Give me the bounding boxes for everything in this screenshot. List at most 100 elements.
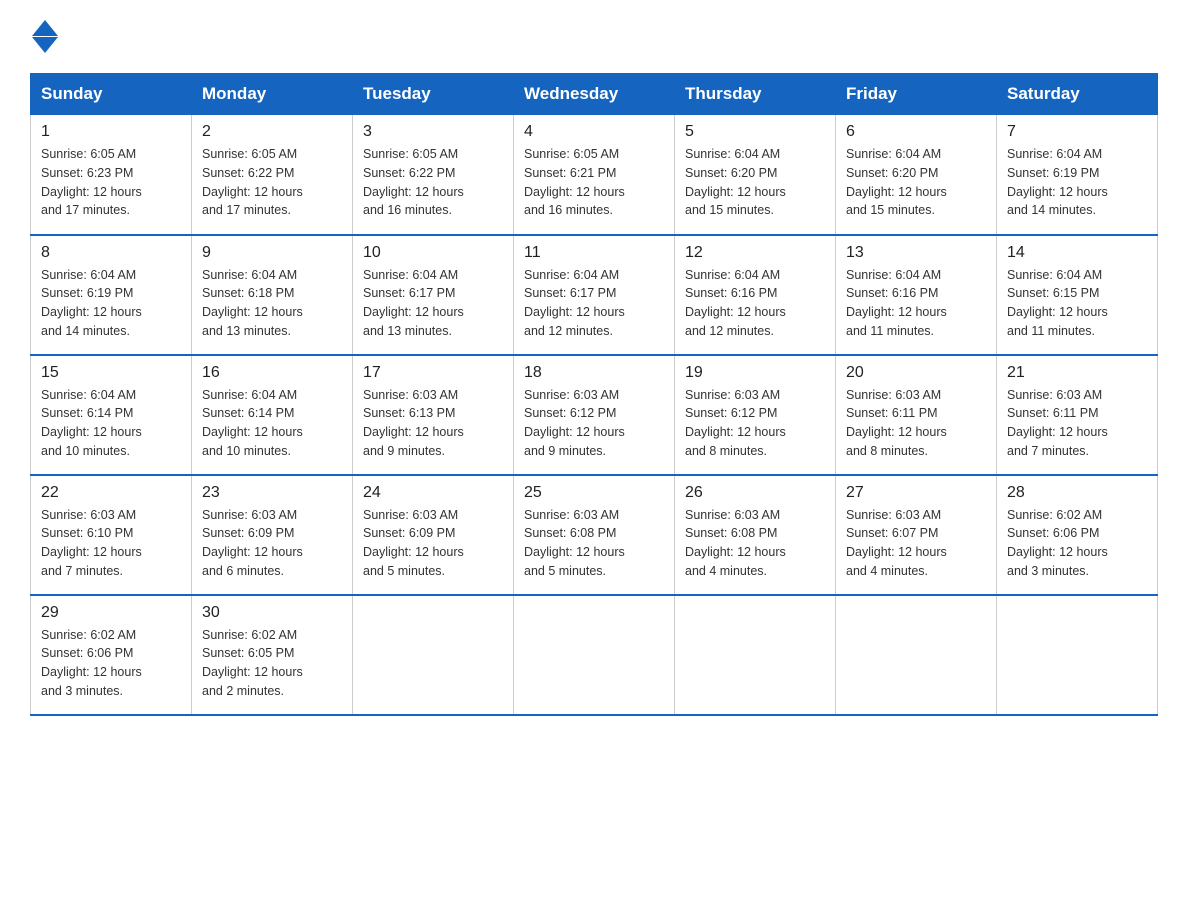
day-number: 18: [524, 364, 664, 382]
calendar-day-cell: 22 Sunrise: 6:03 AM Sunset: 6:10 PM Dayl…: [31, 475, 192, 595]
logo-triangle-up: [32, 20, 58, 36]
day-info: Sunrise: 6:05 AM Sunset: 6:22 PM Dayligh…: [363, 145, 503, 220]
day-number: 28: [1007, 484, 1147, 502]
day-number: 23: [202, 484, 342, 502]
calendar-day-cell: 29 Sunrise: 6:02 AM Sunset: 6:06 PM Dayl…: [31, 595, 192, 715]
day-info: Sunrise: 6:03 AM Sunset: 6:08 PM Dayligh…: [524, 506, 664, 581]
day-number: 13: [846, 244, 986, 262]
calendar-day-cell: 17 Sunrise: 6:03 AM Sunset: 6:13 PM Dayl…: [353, 355, 514, 475]
calendar-day-cell: 2 Sunrise: 6:05 AM Sunset: 6:22 PM Dayli…: [192, 115, 353, 235]
day-info: Sunrise: 6:04 AM Sunset: 6:16 PM Dayligh…: [685, 266, 825, 341]
weekday-header-wednesday: Wednesday: [514, 74, 675, 115]
weekday-header-saturday: Saturday: [997, 74, 1158, 115]
calendar-table: SundayMondayTuesdayWednesdayThursdayFrid…: [30, 73, 1158, 716]
calendar-day-cell: [353, 595, 514, 715]
calendar-day-cell: 16 Sunrise: 6:04 AM Sunset: 6:14 PM Dayl…: [192, 355, 353, 475]
day-info: Sunrise: 6:02 AM Sunset: 6:05 PM Dayligh…: [202, 626, 342, 701]
day-info: Sunrise: 6:04 AM Sunset: 6:17 PM Dayligh…: [524, 266, 664, 341]
day-number: 16: [202, 364, 342, 382]
day-info: Sunrise: 6:05 AM Sunset: 6:23 PM Dayligh…: [41, 145, 181, 220]
calendar-week-1: 1 Sunrise: 6:05 AM Sunset: 6:23 PM Dayli…: [31, 115, 1158, 235]
weekday-header-row: SundayMondayTuesdayWednesdayThursdayFrid…: [31, 74, 1158, 115]
calendar-day-cell: 14 Sunrise: 6:04 AM Sunset: 6:15 PM Dayl…: [997, 235, 1158, 355]
day-info: Sunrise: 6:03 AM Sunset: 6:12 PM Dayligh…: [524, 386, 664, 461]
day-number: 6: [846, 123, 986, 141]
day-number: 9: [202, 244, 342, 262]
day-info: Sunrise: 6:04 AM Sunset: 6:19 PM Dayligh…: [41, 266, 181, 341]
calendar-day-cell: [675, 595, 836, 715]
day-info: Sunrise: 6:04 AM Sunset: 6:18 PM Dayligh…: [202, 266, 342, 341]
day-number: 26: [685, 484, 825, 502]
weekday-header-tuesday: Tuesday: [353, 74, 514, 115]
weekday-header-sunday: Sunday: [31, 74, 192, 115]
logo: [30, 20, 58, 53]
day-number: 4: [524, 123, 664, 141]
logo-triangle-down: [32, 37, 58, 53]
calendar-day-cell: 19 Sunrise: 6:03 AM Sunset: 6:12 PM Dayl…: [675, 355, 836, 475]
day-info: Sunrise: 6:03 AM Sunset: 6:10 PM Dayligh…: [41, 506, 181, 581]
calendar-week-3: 15 Sunrise: 6:04 AM Sunset: 6:14 PM Dayl…: [31, 355, 1158, 475]
calendar-day-cell: 3 Sunrise: 6:05 AM Sunset: 6:22 PM Dayli…: [353, 115, 514, 235]
calendar-day-cell: 27 Sunrise: 6:03 AM Sunset: 6:07 PM Dayl…: [836, 475, 997, 595]
day-number: 27: [846, 484, 986, 502]
weekday-header-thursday: Thursday: [675, 74, 836, 115]
day-info: Sunrise: 6:04 AM Sunset: 6:15 PM Dayligh…: [1007, 266, 1147, 341]
weekday-header-monday: Monday: [192, 74, 353, 115]
calendar-day-cell: 1 Sunrise: 6:05 AM Sunset: 6:23 PM Dayli…: [31, 115, 192, 235]
day-number: 20: [846, 364, 986, 382]
day-info: Sunrise: 6:04 AM Sunset: 6:17 PM Dayligh…: [363, 266, 503, 341]
calendar-week-2: 8 Sunrise: 6:04 AM Sunset: 6:19 PM Dayli…: [31, 235, 1158, 355]
day-info: Sunrise: 6:04 AM Sunset: 6:16 PM Dayligh…: [846, 266, 986, 341]
calendar-day-cell: 11 Sunrise: 6:04 AM Sunset: 6:17 PM Dayl…: [514, 235, 675, 355]
day-number: 30: [202, 604, 342, 622]
calendar-day-cell: 20 Sunrise: 6:03 AM Sunset: 6:11 PM Dayl…: [836, 355, 997, 475]
calendar-day-cell: 30 Sunrise: 6:02 AM Sunset: 6:05 PM Dayl…: [192, 595, 353, 715]
calendar-day-cell: [836, 595, 997, 715]
calendar-week-5: 29 Sunrise: 6:02 AM Sunset: 6:06 PM Dayl…: [31, 595, 1158, 715]
calendar-day-cell: 12 Sunrise: 6:04 AM Sunset: 6:16 PM Dayl…: [675, 235, 836, 355]
calendar-day-cell: 13 Sunrise: 6:04 AM Sunset: 6:16 PM Dayl…: [836, 235, 997, 355]
day-info: Sunrise: 6:02 AM Sunset: 6:06 PM Dayligh…: [41, 626, 181, 701]
day-number: 22: [41, 484, 181, 502]
calendar-day-cell: 10 Sunrise: 6:04 AM Sunset: 6:17 PM Dayl…: [353, 235, 514, 355]
day-number: 25: [524, 484, 664, 502]
day-info: Sunrise: 6:04 AM Sunset: 6:20 PM Dayligh…: [846, 145, 986, 220]
day-number: 10: [363, 244, 503, 262]
day-info: Sunrise: 6:04 AM Sunset: 6:14 PM Dayligh…: [41, 386, 181, 461]
day-info: Sunrise: 6:04 AM Sunset: 6:20 PM Dayligh…: [685, 145, 825, 220]
calendar-day-cell: 5 Sunrise: 6:04 AM Sunset: 6:20 PM Dayli…: [675, 115, 836, 235]
day-number: 24: [363, 484, 503, 502]
calendar-day-cell: 28 Sunrise: 6:02 AM Sunset: 6:06 PM Dayl…: [997, 475, 1158, 595]
calendar-day-cell: 6 Sunrise: 6:04 AM Sunset: 6:20 PM Dayli…: [836, 115, 997, 235]
day-number: 21: [1007, 364, 1147, 382]
day-number: 14: [1007, 244, 1147, 262]
day-number: 29: [41, 604, 181, 622]
day-number: 3: [363, 123, 503, 141]
calendar-day-cell: 4 Sunrise: 6:05 AM Sunset: 6:21 PM Dayli…: [514, 115, 675, 235]
calendar-day-cell: 18 Sunrise: 6:03 AM Sunset: 6:12 PM Dayl…: [514, 355, 675, 475]
day-info: Sunrise: 6:03 AM Sunset: 6:08 PM Dayligh…: [685, 506, 825, 581]
day-info: Sunrise: 6:05 AM Sunset: 6:21 PM Dayligh…: [524, 145, 664, 220]
calendar-day-cell: 24 Sunrise: 6:03 AM Sunset: 6:09 PM Dayl…: [353, 475, 514, 595]
day-number: 11: [524, 244, 664, 262]
calendar-day-cell: 8 Sunrise: 6:04 AM Sunset: 6:19 PM Dayli…: [31, 235, 192, 355]
day-info: Sunrise: 6:03 AM Sunset: 6:07 PM Dayligh…: [846, 506, 986, 581]
day-info: Sunrise: 6:03 AM Sunset: 6:11 PM Dayligh…: [1007, 386, 1147, 461]
day-info: Sunrise: 6:03 AM Sunset: 6:12 PM Dayligh…: [685, 386, 825, 461]
calendar-day-cell: 25 Sunrise: 6:03 AM Sunset: 6:08 PM Dayl…: [514, 475, 675, 595]
day-number: 7: [1007, 123, 1147, 141]
day-number: 2: [202, 123, 342, 141]
calendar-day-cell: [514, 595, 675, 715]
calendar-day-cell: 7 Sunrise: 6:04 AM Sunset: 6:19 PM Dayli…: [997, 115, 1158, 235]
day-info: Sunrise: 6:02 AM Sunset: 6:06 PM Dayligh…: [1007, 506, 1147, 581]
day-info: Sunrise: 6:03 AM Sunset: 6:11 PM Dayligh…: [846, 386, 986, 461]
day-number: 17: [363, 364, 503, 382]
calendar-day-cell: 15 Sunrise: 6:04 AM Sunset: 6:14 PM Dayl…: [31, 355, 192, 475]
calendar-day-cell: 21 Sunrise: 6:03 AM Sunset: 6:11 PM Dayl…: [997, 355, 1158, 475]
weekday-header-friday: Friday: [836, 74, 997, 115]
calendar-day-cell: 9 Sunrise: 6:04 AM Sunset: 6:18 PM Dayli…: [192, 235, 353, 355]
day-number: 8: [41, 244, 181, 262]
calendar-day-cell: 23 Sunrise: 6:03 AM Sunset: 6:09 PM Dayl…: [192, 475, 353, 595]
day-info: Sunrise: 6:05 AM Sunset: 6:22 PM Dayligh…: [202, 145, 342, 220]
day-info: Sunrise: 6:03 AM Sunset: 6:13 PM Dayligh…: [363, 386, 503, 461]
